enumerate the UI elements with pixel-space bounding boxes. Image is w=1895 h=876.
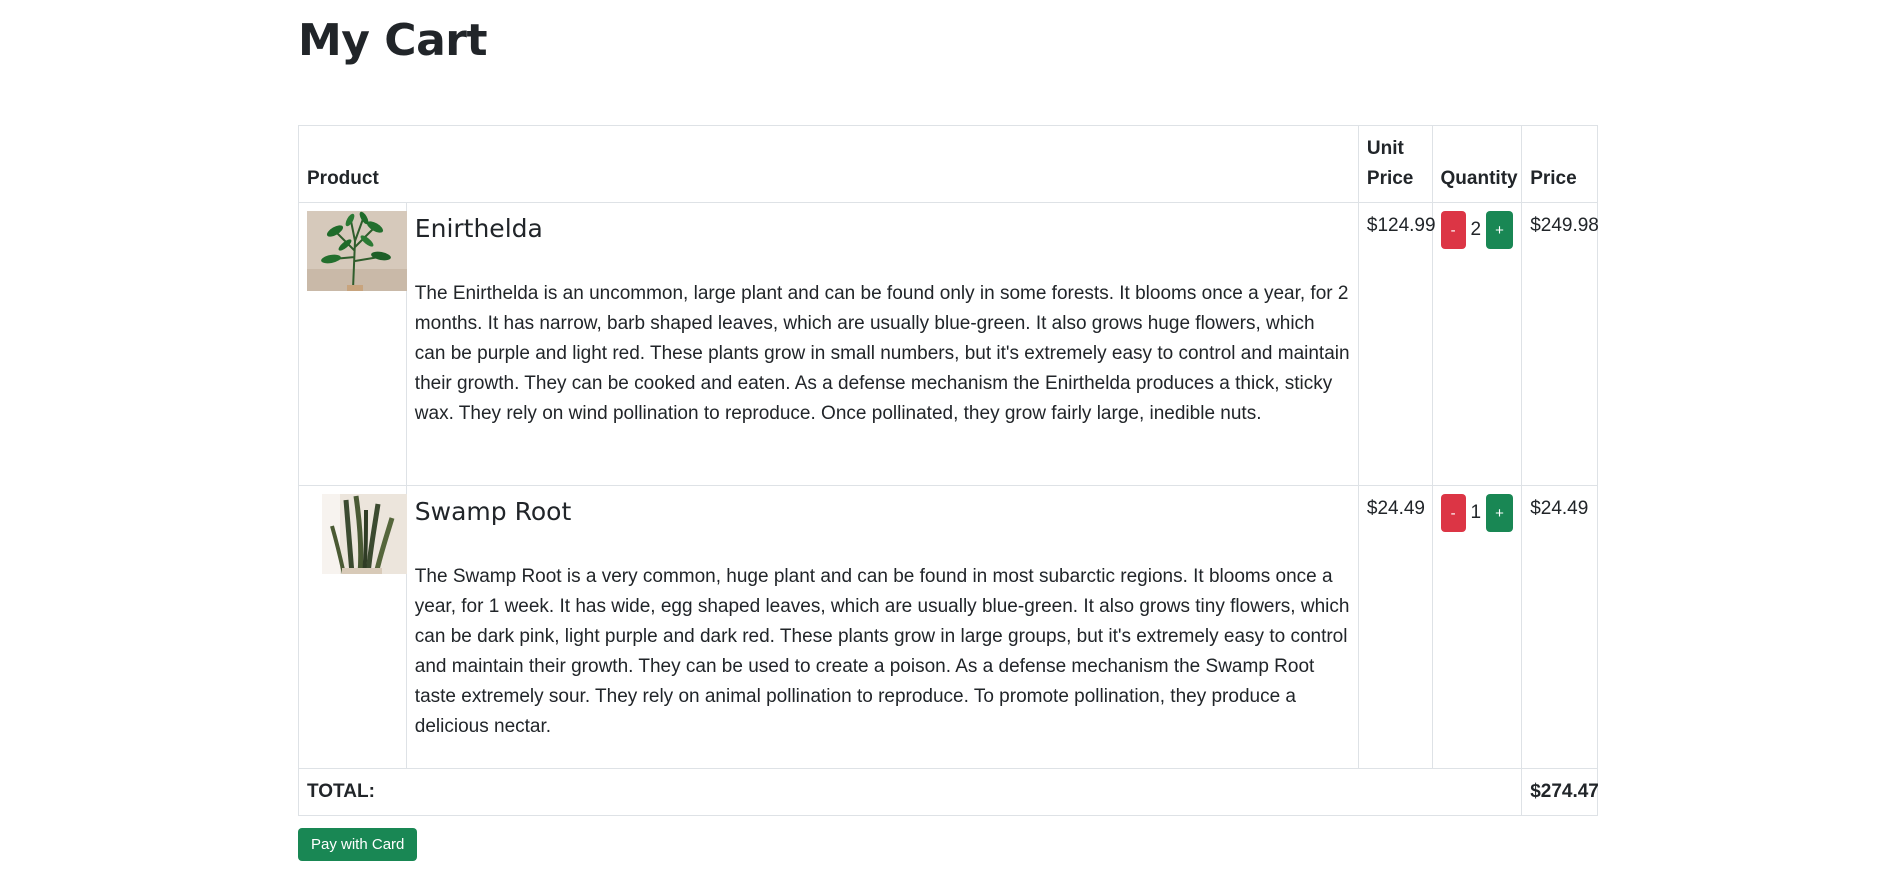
unit-price: $24.49 [1357, 485, 1433, 769]
decrease-quantity-button[interactable]: - [1440, 494, 1466, 532]
product-image [322, 494, 407, 574]
header-price: Price [1521, 125, 1598, 203]
cart-header-row: Product Unit Price Quantity Price [298, 125, 1598, 203]
quantity-value: 1 [1470, 502, 1482, 523]
decrease-quantity-button[interactable]: - [1440, 211, 1466, 249]
header-unit-price: Unit Price [1357, 125, 1433, 203]
product-name: Enirthelda [414, 214, 543, 243]
increase-quantity-button[interactable]: + [1485, 494, 1514, 532]
product-image-cell [298, 202, 407, 486]
product-image-cell [298, 485, 407, 769]
cart-table: Product Unit Price Quantity Price Enirth… [297, 125, 1599, 816]
total-label: TOTAL: [297, 768, 1523, 816]
product-details-cell: Enirthelda The Enirthelda is an uncommon… [405, 202, 1359, 486]
product-description: The Enirthelda is an uncommon, large pla… [414, 283, 1350, 424]
product-details-cell: Swamp Root The Swamp Root is a very comm… [405, 485, 1359, 769]
product-description: The Swamp Root is a very common, huge pl… [414, 566, 1350, 737]
plant-image [322, 494, 407, 574]
quantity-stepper: - 1 + [1440, 494, 1514, 532]
pay-with-card-button[interactable]: Pay with Card [298, 828, 418, 861]
total-row: TOTAL: $274.47 [297, 768, 1599, 816]
header-quantity: Quantity [1431, 125, 1523, 203]
total-value: $274.47 [1521, 768, 1599, 816]
quantity-cell: - 1 + [1431, 485, 1523, 769]
quantity-stepper: - 2 + [1440, 211, 1514, 249]
page-title: My Cart [298, 15, 488, 66]
cart-item-row: Swamp Root The Swamp Root is a very comm… [298, 485, 1598, 769]
unit-price: $124.99 [1357, 202, 1436, 486]
line-price: $24.49 [1521, 485, 1598, 769]
quantity-cell: - 2 + [1431, 202, 1523, 486]
product-name: Swamp Root [414, 497, 572, 526]
quantity-value: 2 [1470, 219, 1482, 240]
plant-image [307, 211, 407, 291]
line-price: $249.98 [1521, 202, 1599, 486]
product-image [307, 211, 407, 291]
cart-item-row: Enirthelda The Enirthelda is an uncommon… [298, 202, 1599, 486]
increase-quantity-button[interactable]: + [1485, 211, 1514, 249]
header-product: Product [298, 125, 1359, 203]
